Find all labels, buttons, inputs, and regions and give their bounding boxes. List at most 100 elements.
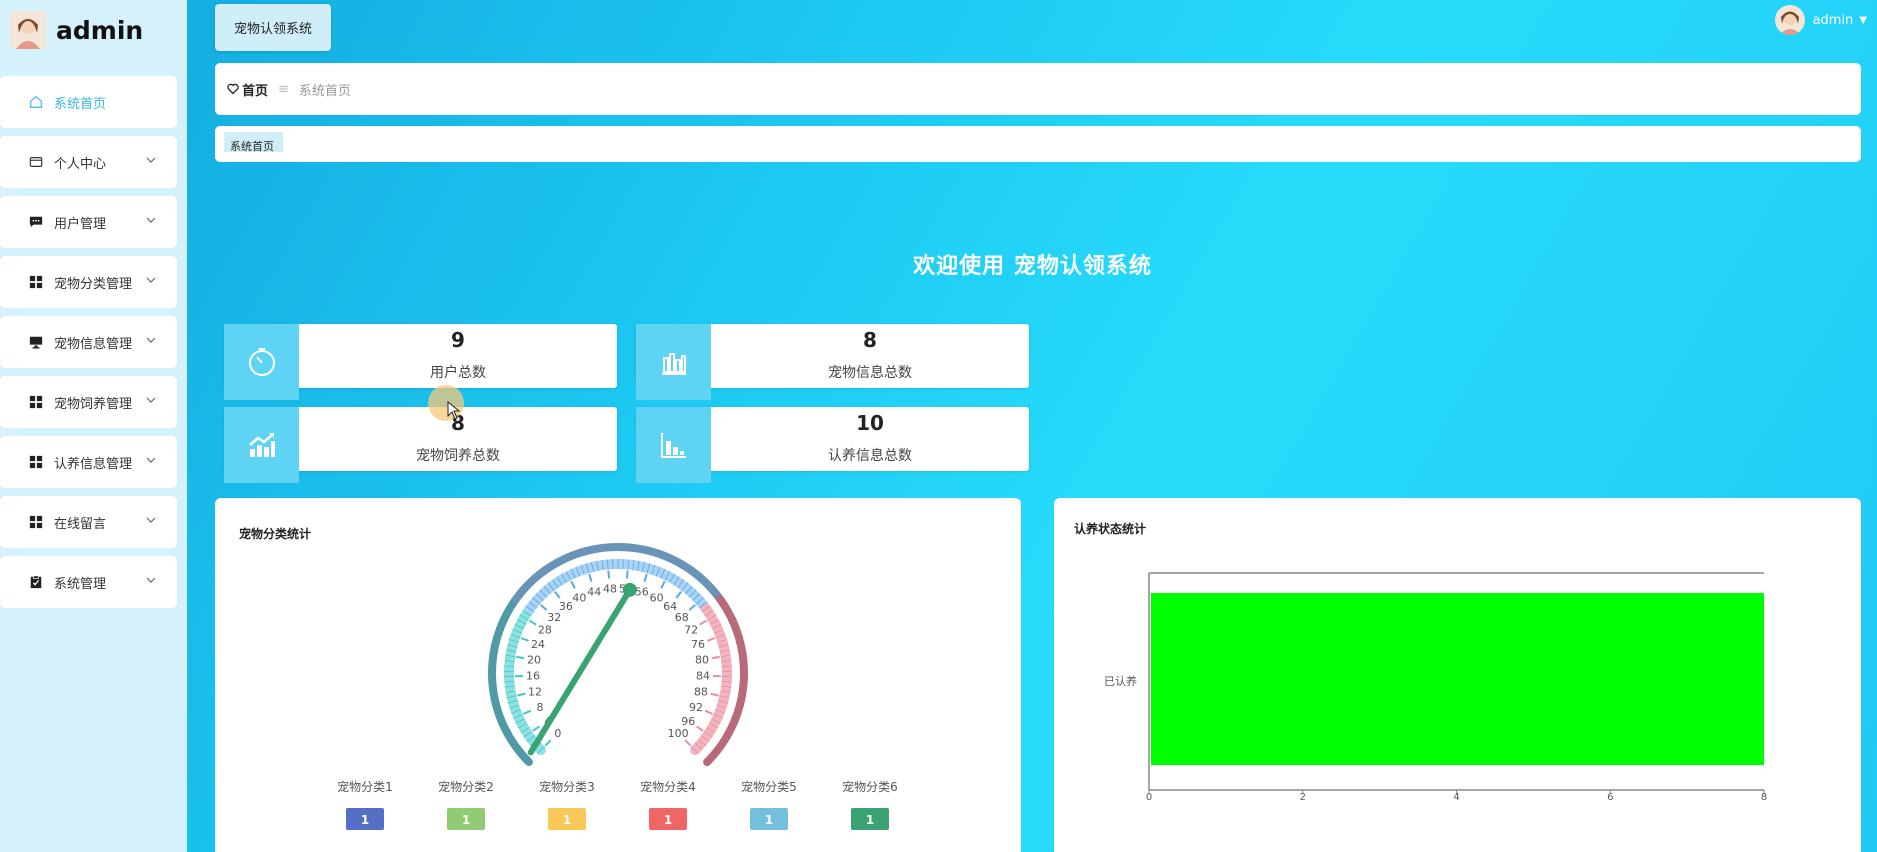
gauge-pointer-head	[622, 582, 637, 597]
sidebar-item-2[interactable]: 用户管理	[0, 196, 177, 248]
mouse-cursor-icon	[447, 401, 461, 420]
gauge-major-tick	[532, 725, 540, 732]
gauge-tick-label: 68	[675, 611, 689, 624]
sidebar-item-6[interactable]: 认养信息管理	[0, 436, 177, 488]
bar-already-adopted	[1151, 593, 1764, 765]
grid-icon	[28, 514, 44, 530]
gauge-tick-label: 20	[527, 654, 541, 667]
gauge-major-tick	[675, 591, 682, 599]
gauge-major-tick	[684, 739, 692, 747]
sidebar-item-label: 在线留言	[54, 516, 107, 532]
user-name: admin	[1812, 12, 1854, 28]
sidebar-item-8[interactable]: 系统管理	[0, 556, 177, 608]
stat-label: 宠物信息总数	[828, 365, 912, 381]
bar-x-tick-label: 6	[1607, 792, 1613, 803]
gauge-major-tick	[696, 725, 704, 732]
welcome-text: 欢迎使用 宠物认领系统	[913, 254, 1152, 279]
gauge-major-tick	[660, 580, 666, 589]
gauge-tick-label: 0	[554, 727, 561, 740]
monitor-icon	[28, 334, 44, 350]
gauge-tick-label: 96	[681, 715, 695, 728]
gauge-major-tick	[643, 573, 648, 583]
stat-card-adoption: 10 认养信息总数	[636, 407, 1029, 483]
gauge-category-value: 1	[765, 813, 773, 827]
tabs-bar: 系统首页	[215, 126, 1861, 162]
trend-chart-icon	[224, 407, 299, 483]
gauge-major-tick	[570, 580, 576, 589]
welcome-banner: 欢迎使用 宠物认领系统	[94, 248, 1877, 280]
gauge-major-tick	[517, 692, 526, 697]
gauge-major-tick	[540, 604, 548, 611]
bar-x-tick-label: 0	[1146, 792, 1152, 803]
bar-chart: 已认养 0 2 4 6 8	[1104, 572, 1767, 803]
sidebar-item-label: 系统管理	[54, 576, 107, 592]
gauge-major-tick	[516, 655, 525, 660]
gauge-category-label: 宠物分类3	[539, 779, 595, 794]
gauge-tick-label: 40	[572, 591, 586, 604]
gauge-tick-label: 16	[526, 670, 540, 683]
gauge-major-tick	[704, 709, 713, 715]
bar-x-tick-label: 2	[1300, 792, 1306, 803]
gauge-major-tick	[520, 637, 529, 642]
gauge-pointer	[527, 586, 633, 756]
gauge-tick-label: 48	[603, 582, 617, 595]
gauge-category-value: 1	[866, 813, 874, 827]
stat-label: 认养信息总数	[828, 448, 912, 464]
gauge-major-tick	[588, 573, 593, 583]
gauge-major-tick	[707, 637, 716, 642]
breadcrumb: 首页 ≡ 系统首页	[215, 63, 1861, 115]
sidebar-item-1[interactable]: 个人中心	[0, 136, 177, 188]
gauge-tick-label: 76	[691, 638, 705, 651]
stat-value: 8	[863, 328, 877, 352]
gauge-major-tick	[607, 570, 611, 579]
chevron-down-icon	[145, 514, 157, 526]
home-icon	[28, 94, 44, 110]
sidebar-item-4[interactable]: 宠物信息管理	[0, 316, 177, 368]
gauge-major-tick	[699, 619, 708, 626]
breadcrumb-home[interactable]: 首页	[227, 80, 268, 99]
system-tab[interactable]: 宠物认领系统	[215, 4, 331, 51]
gauge-major-tick	[688, 604, 696, 611]
sidebar-item-label: 用户管理	[54, 216, 107, 232]
gauge-category-value: 1	[361, 813, 369, 827]
sidebar-item-5[interactable]: 宠物饲养管理	[0, 376, 177, 428]
gauge-category-label: 宠物分类1	[337, 779, 393, 794]
user-menu[interactable]: admin ▼	[1774, 5, 1867, 35]
sidebar-item-label: 认养信息管理	[54, 456, 133, 472]
sidebar: admin 系统首页 个人中心 用户管理 宠物分类管理 宠物信息管理 宠物饲养管理 认养信息…	[0, 0, 187, 852]
gauge-tick-label: 24	[531, 638, 545, 651]
stat-card-users: 9 用户总数	[224, 324, 617, 400]
tab-home[interactable]: 系统首页	[224, 132, 283, 152]
chevron-down-icon	[145, 334, 157, 346]
chevron-down-icon	[145, 454, 157, 466]
bar-chart-icon	[636, 324, 711, 400]
gauge-major-tick	[544, 739, 552, 747]
gauge-tick-label: 56	[635, 585, 649, 598]
stat-label: 用户总数	[430, 365, 486, 381]
sidebar-item-7[interactable]: 在线留言	[0, 496, 177, 548]
gauge-major-tick	[523, 709, 532, 715]
gauge-category-value: 1	[563, 813, 571, 827]
gauge-tick-label: 8	[536, 701, 543, 714]
stat-card-pet-info: 8 宠物信息总数	[636, 324, 1029, 400]
stat-value: 10	[856, 411, 884, 435]
chat-icon	[28, 214, 44, 230]
bar-x-tick-label: 8	[1761, 792, 1767, 803]
stat-label: 宠物饲养总数	[416, 448, 500, 464]
clipboard-icon	[28, 574, 44, 590]
sidebar-title: admin	[56, 15, 144, 45]
chevron-down-icon	[145, 214, 157, 226]
gauge-tick-label: 92	[689, 701, 703, 714]
gauge-major-tick	[554, 591, 561, 599]
bar-x-tick-label: 4	[1453, 792, 1459, 803]
gauge-tick-label: 12	[528, 686, 542, 699]
column-chart-icon	[636, 407, 711, 483]
sidebar-item-0[interactable]: 系统首页	[0, 76, 177, 128]
gauge-major-tick	[711, 655, 720, 660]
sidebar-item-label: 系统首页	[54, 96, 107, 112]
breadcrumb-current: 系统首页	[298, 83, 351, 99]
wallet-icon	[28, 154, 44, 170]
gauge-category-label: 宠物分类5	[741, 779, 797, 794]
gauge-category-label: 宠物分类2	[438, 779, 494, 794]
gauge-tick-label: 44	[587, 585, 601, 598]
